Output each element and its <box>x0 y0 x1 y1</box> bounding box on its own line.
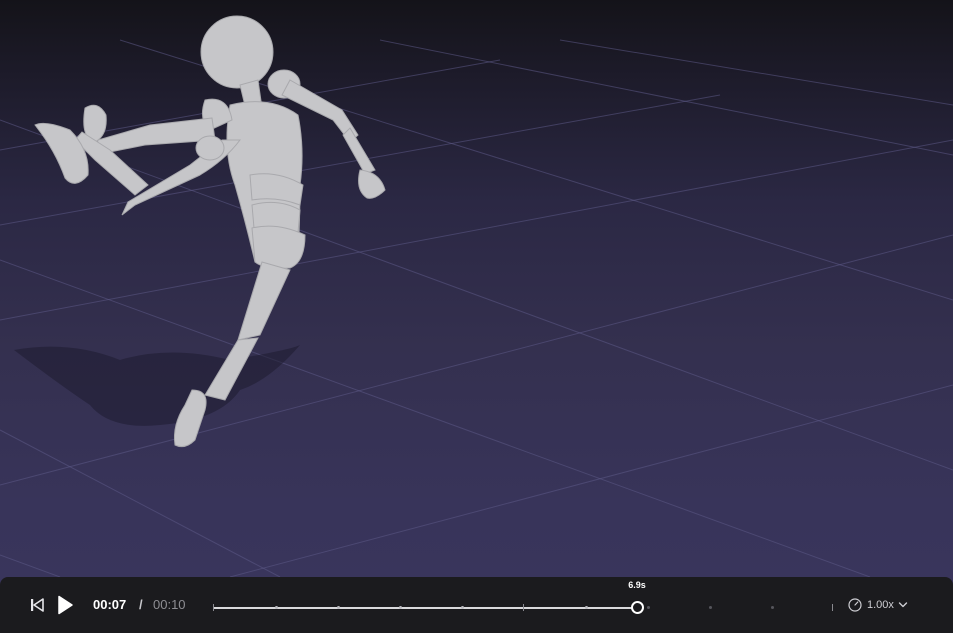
timeline-thumb[interactable] <box>631 601 644 614</box>
timeline-tick <box>771 606 774 609</box>
play-button[interactable] <box>55 594 75 616</box>
timeline-marker <box>213 604 214 611</box>
playback-controls: 00:07 / 00:10 6.9s 1.00x <box>0 577 953 633</box>
scene-canvas <box>0 15 953 577</box>
playback-speed-select[interactable]: 1.00x <box>848 597 908 613</box>
skip-to-start-button[interactable] <box>28 597 46 613</box>
total-time: 00:10 <box>153 597 186 612</box>
speedometer-icon <box>848 598 862 612</box>
timeline-tick <box>585 606 588 609</box>
floor-grid <box>0 39 953 577</box>
timeline-tick <box>399 606 402 609</box>
skip-to-start-icon <box>31 598 44 612</box>
timeline-marker <box>832 604 833 611</box>
timeline-tick <box>647 606 650 609</box>
scrub-time-label: 6.9s <box>628 580 646 590</box>
chevron-down-icon <box>898 602 908 608</box>
timeline-track[interactable] <box>214 607 839 609</box>
current-time: 00:07 <box>93 597 127 612</box>
play-icon <box>58 595 73 615</box>
playback-speed-value: 1.00x <box>867 599 894 611</box>
time-separator: / <box>139 597 143 612</box>
timeline-scrubber[interactable] <box>214 577 839 633</box>
3d-viewport[interactable] <box>0 0 953 633</box>
timeline-tick <box>337 606 340 609</box>
timeline-marker <box>523 604 524 611</box>
figure-shadow <box>14 345 300 426</box>
timeline-tick <box>275 606 278 609</box>
timeline-tick <box>709 606 712 609</box>
timeline-tick <box>461 606 464 609</box>
